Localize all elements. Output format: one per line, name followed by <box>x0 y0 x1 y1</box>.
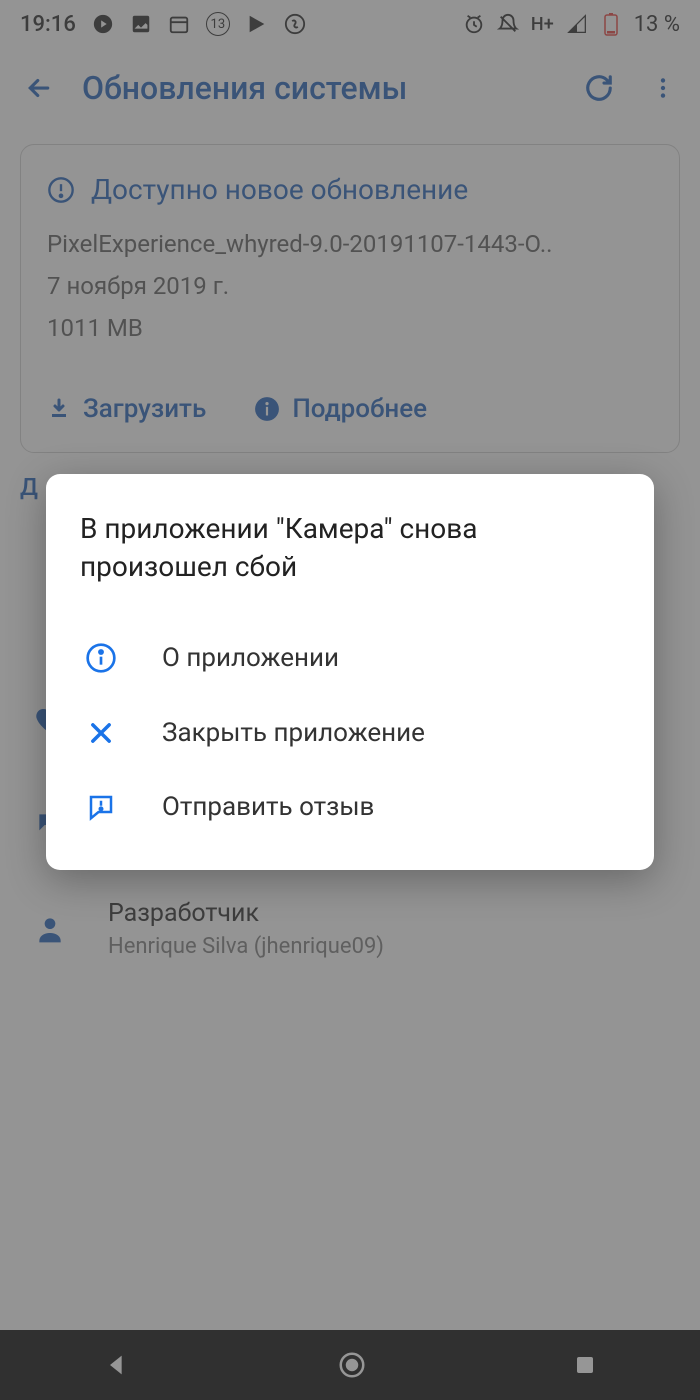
dialog-app-info-label: О приложении <box>162 643 339 673</box>
info-outline-icon <box>84 642 118 674</box>
close-icon <box>84 719 118 747</box>
dialog-feedback-label: Отправить отзыв <box>162 792 374 822</box>
dialog-close-app-label: Закрыть приложение <box>162 718 425 748</box>
crash-dialog: В приложении "Камера" снова произошел сб… <box>46 474 654 870</box>
dialog-app-info-button[interactable]: О приложении <box>80 620 620 696</box>
feedback-icon <box>84 792 118 822</box>
dialog-feedback-button[interactable]: Отправить отзыв <box>80 770 620 844</box>
dialog-close-app-button[interactable]: Закрыть приложение <box>80 696 620 770</box>
dialog-title: В приложении "Камера" снова произошел сб… <box>80 510 620 586</box>
